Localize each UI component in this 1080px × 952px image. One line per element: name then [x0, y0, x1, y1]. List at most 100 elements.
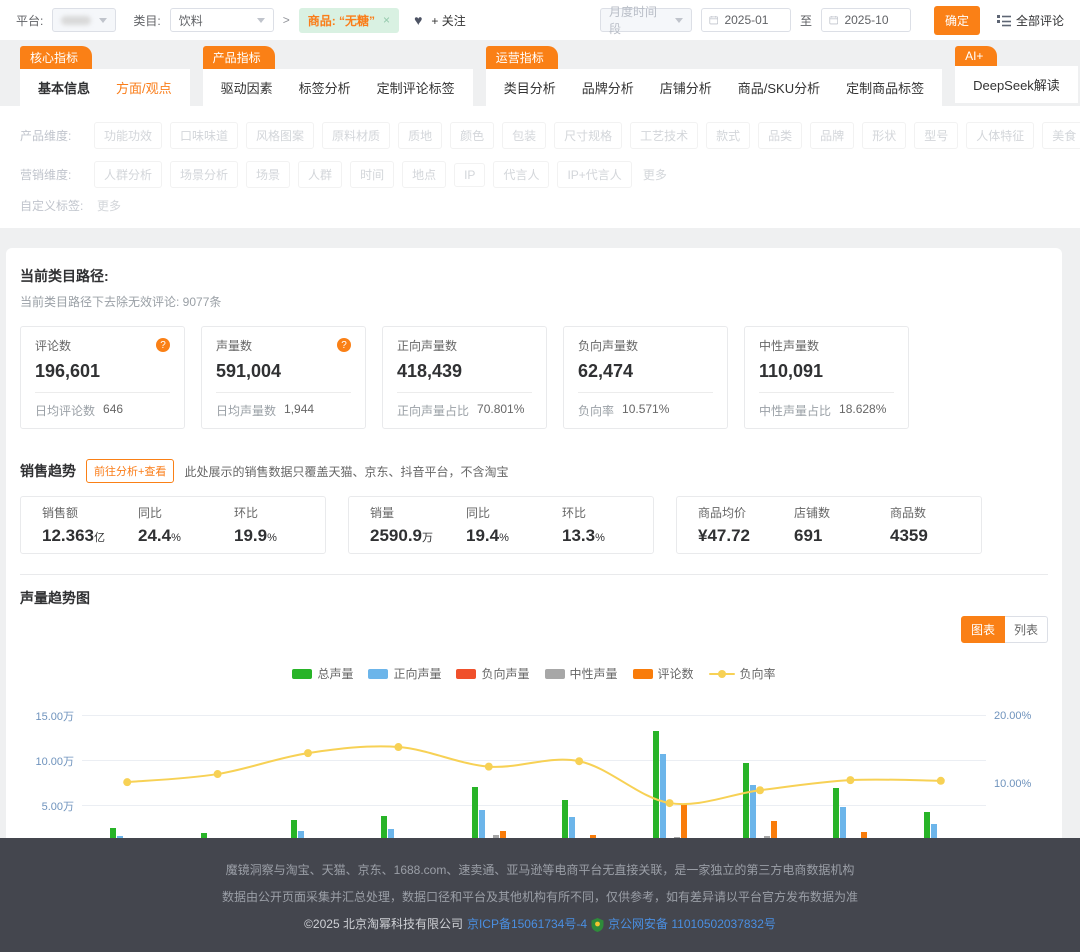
filter-chip-质地[interactable]: 质地: [398, 122, 442, 149]
nav-group-header: 运营指标: [486, 46, 558, 69]
product-keyword-tag[interactable]: 商品: “无糖” ×: [299, 8, 399, 33]
nav-item-方面/观点[interactable]: 方面/观点: [116, 78, 172, 97]
follow-button[interactable]: + 关注: [431, 12, 465, 29]
metric-card-title-row: 负向声量数: [578, 338, 713, 352]
legend-item[interactable]: 正向声量: [368, 665, 441, 682]
nav-group-items: 基本信息 方面/观点: [20, 69, 190, 106]
help-icon[interactable]: ?: [156, 338, 170, 352]
confirm-button[interactable]: 确定: [934, 6, 980, 35]
filter-more-link[interactable]: 更多: [97, 197, 121, 214]
nav-tab-strip: 核心指标基本信息方面/观点产品指标驱动因素标签分析定制评论标签运营指标类目分析品…: [0, 40, 1080, 106]
filter-chip-原料材质[interactable]: 原料材质: [322, 122, 390, 149]
nav-item-类目分析[interactable]: 类目分析: [504, 78, 556, 97]
nav-item-DeepSeek解读[interactable]: DeepSeek解读: [973, 75, 1060, 94]
filter-chip-代言人[interactable]: 代言人: [493, 161, 549, 188]
goto-analysis-button[interactable]: 前往分析+查看: [86, 459, 174, 483]
legend-label: 评论数: [658, 665, 694, 682]
filter-chip-人群分析[interactable]: 人群分析: [94, 161, 162, 188]
filter-chip-品类[interactable]: 品类: [758, 122, 802, 149]
chevron-down-icon: [675, 18, 683, 23]
filter-chip-IP[interactable]: IP: [454, 163, 485, 187]
chart-toggle-列表[interactable]: 列表: [1005, 616, 1048, 643]
filter-more-link[interactable]: 更多: [643, 166, 667, 183]
nav-item-商品/SKU分析[interactable]: 商品/SKU分析: [738, 78, 820, 97]
legend-item[interactable]: 负向率: [709, 665, 776, 682]
police-registration-link[interactable]: 京公网安备 11010502037832号: [608, 911, 776, 938]
sales-metric-label: 同比: [466, 504, 549, 521]
date-to-value[interactable]: [844, 13, 903, 27]
nav-item-定制商品标签[interactable]: 定制商品标签: [846, 78, 924, 97]
date-to-input[interactable]: [821, 8, 911, 32]
filter-chip-地点[interactable]: 地点: [402, 161, 446, 188]
sales-metric-label: 环比: [562, 504, 645, 521]
metric-card-sublabel: 日均声量数: [216, 402, 276, 419]
category-select[interactable]: 饮料: [170, 8, 274, 32]
filter-chip-型号[interactable]: 型号: [914, 122, 958, 149]
sales-metric-value: 2590.9万: [370, 526, 453, 546]
filter-chip-人体特征[interactable]: 人体特征: [966, 122, 1034, 149]
metric-card-subvalue: 1,944: [284, 402, 314, 419]
filter-row: 营销维度:人群分析场景分析场景人群时间地点IP代言人IP+代言人更多: [20, 161, 1060, 188]
date-from-input[interactable]: [701, 8, 791, 32]
chart-toggle-图表[interactable]: 图表: [961, 616, 1005, 643]
nav-item-店铺分析[interactable]: 店铺分析: [660, 78, 712, 97]
filter-chip-功能功效[interactable]: 功能功效: [94, 122, 162, 149]
metric-card-title-row: 声量数?: [216, 338, 351, 352]
y-axis-right-tick: 20.00%: [994, 710, 1031, 722]
filter-chip-时间[interactable]: 时间: [350, 161, 394, 188]
nav-item-驱动因素[interactable]: 驱动因素: [221, 78, 273, 97]
filter-chip-场景分析[interactable]: 场景分析: [170, 161, 238, 188]
filter-chip-人群[interactable]: 人群: [298, 161, 342, 188]
filter-chip-包装[interactable]: 包装: [502, 122, 546, 149]
calendar-icon: [829, 14, 838, 26]
nav-group-items: DeepSeek解读: [955, 66, 1078, 103]
filter-chip-工艺技术[interactable]: 工艺技术: [630, 122, 698, 149]
metric-card-title: 中性声量数: [759, 337, 819, 354]
help-icon[interactable]: ?: [337, 338, 351, 352]
filter-chip-IP+代言人[interactable]: IP+代言人: [557, 161, 631, 188]
platform-select[interactable]: [52, 8, 116, 32]
sales-metric-number: 13.3: [562, 526, 595, 545]
metric-card-title: 正向声量数: [397, 337, 457, 354]
all-comments-button[interactable]: 全部评论: [997, 12, 1064, 29]
comment-list-icon: [997, 14, 1011, 27]
metric-card-value: 110,091: [759, 361, 894, 382]
date-from-value[interactable]: [724, 13, 783, 27]
legend-item[interactable]: 中性声量: [545, 665, 618, 682]
legend-item[interactable]: 负向声量: [456, 665, 529, 682]
nav-item-定制评论标签[interactable]: 定制评论标签: [377, 78, 455, 97]
filter-chip-颜色[interactable]: 颜色: [450, 122, 494, 149]
nav-item-基本信息[interactable]: 基本信息: [38, 78, 90, 97]
chart-legend: 总声量正向声量负向声量中性声量 评论数负向率: [20, 665, 1048, 682]
filter-chip-美食[interactable]: 美食: [1042, 122, 1080, 149]
sales-trend-note: 此处展示的销售数据只覆盖天猫、京东、抖音平台，不含淘宝: [184, 463, 508, 480]
nav-item-品牌分析[interactable]: 品牌分析: [582, 78, 634, 97]
nav-group-items: 类目分析 品牌分析 店铺分析 商品/SKU分析 定制商品标签: [486, 69, 942, 106]
metric-cards-row: 评论数?196,601日均评论数646声量数?591,004日均声量数1,944…: [20, 326, 1048, 429]
filter-chip-款式[interactable]: 款式: [706, 122, 750, 149]
icp-license-link[interactable]: 京ICP备15061734号-4: [467, 911, 587, 938]
sales-metric-label: 店铺数: [794, 504, 877, 521]
police-badge-icon: [591, 918, 604, 932]
close-icon[interactable]: ×: [383, 13, 390, 27]
sales-trend-header: 销售趋势 前往分析+查看 此处展示的销售数据只覆盖天猫、京东、抖音平台，不含淘宝: [20, 459, 1048, 483]
metric-card-value: 62,474: [578, 361, 713, 382]
filter-chip-尺寸规格[interactable]: 尺寸规格: [554, 122, 622, 149]
metric-card-sublabel: 正向声量占比: [397, 402, 469, 419]
legend-item[interactable]: 评论数: [633, 665, 694, 682]
period-type-select[interactable]: 月度时间段: [600, 8, 692, 32]
filter-chip-场景[interactable]: 场景: [246, 161, 290, 188]
metric-card-subvalue: 10.571%: [622, 402, 669, 419]
sales-metric-unit: %: [171, 532, 181, 544]
metric-card-subvalue: 70.801%: [477, 402, 524, 419]
metric-card-title: 评论数: [35, 337, 71, 354]
metric-card-subrow: 日均评论数646: [35, 392, 170, 419]
legend-item[interactable]: 总声量: [292, 665, 353, 682]
filter-chip-口味味道[interactable]: 口味味道: [170, 122, 238, 149]
filter-chip-风格图案[interactable]: 风格图案: [246, 122, 314, 149]
sales-metric: 店铺数691: [781, 504, 877, 546]
nav-item-标签分析[interactable]: 标签分析: [299, 78, 351, 97]
sales-metric-number: ¥47.72: [698, 526, 750, 545]
filter-chip-品牌[interactable]: 品牌: [810, 122, 854, 149]
filter-chip-形状[interactable]: 形状: [862, 122, 906, 149]
